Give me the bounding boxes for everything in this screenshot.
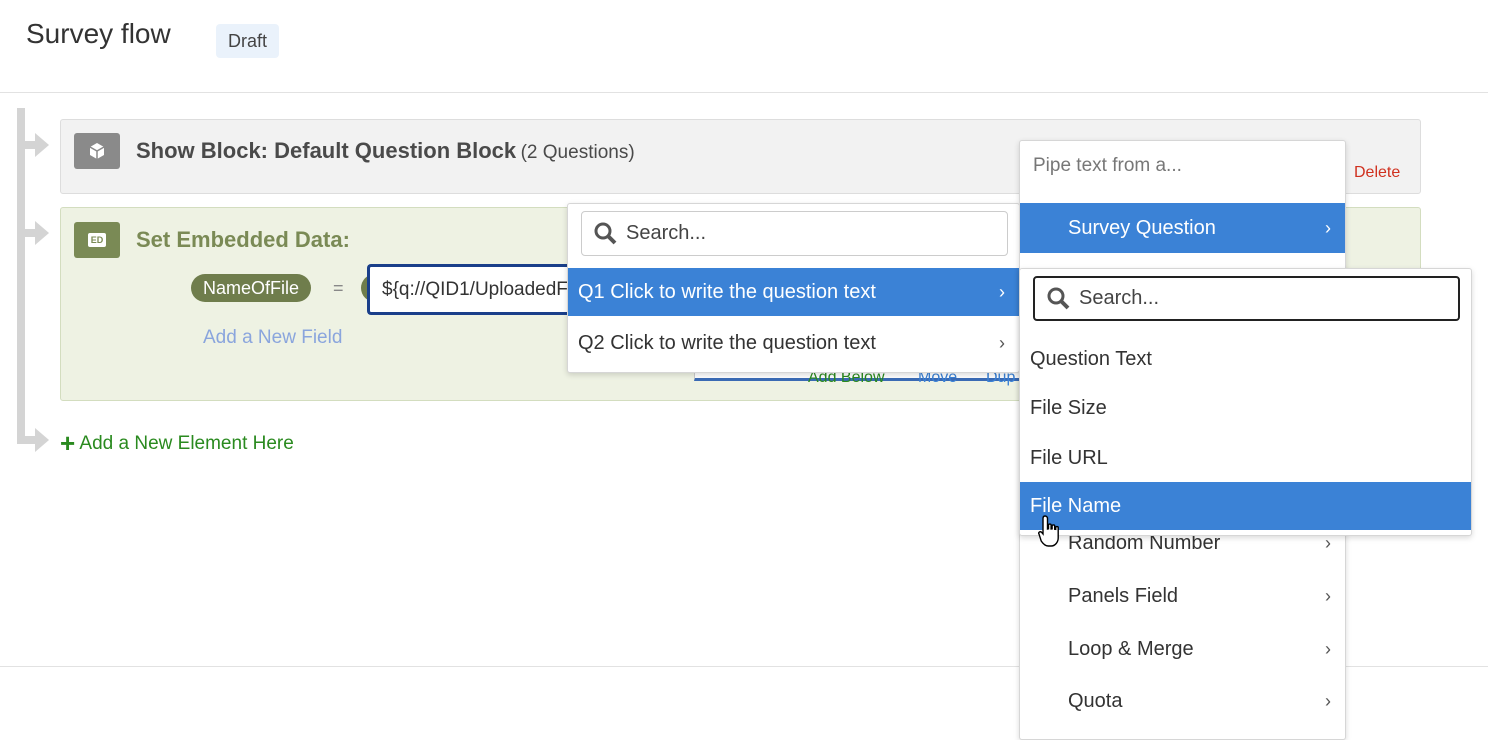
question-search-input[interactable]: Search... xyxy=(581,211,1008,256)
add-field-link[interactable]: Add a New Field xyxy=(203,327,342,349)
chevron-right-icon: › xyxy=(999,332,1005,353)
menu-item-label: Q2 Click to write the question text xyxy=(578,331,876,354)
menu-item-survey-question[interactable]: Survey Question › xyxy=(1020,203,1345,253)
delete-link[interactable]: Delete xyxy=(1354,164,1400,182)
flow-arrow xyxy=(35,133,49,157)
menu-item-label: Question Text xyxy=(1030,347,1152,370)
menu-item-file-size[interactable]: File Size xyxy=(1020,388,1471,428)
chevron-right-icon: › xyxy=(999,281,1005,302)
question-count: (2 Questions) xyxy=(520,142,635,163)
hand-cursor-icon xyxy=(1038,515,1059,547)
plus-icon: + xyxy=(60,428,76,458)
menu-item-label: File Size xyxy=(1030,396,1107,419)
menu-item-label: Quota xyxy=(1068,689,1123,712)
embedded-data-icon: ED xyxy=(74,222,120,258)
menu-item-panels-field[interactable]: Panels Field › xyxy=(1020,576,1345,616)
add-element-label: Add a New Element Here xyxy=(79,433,294,454)
cube-icon xyxy=(74,133,120,169)
field-value-input[interactable]: ${q://QID1/UploadedF xyxy=(367,264,587,315)
menu-item-q1[interactable]: Q1 Click to write the question text › xyxy=(568,268,1019,316)
menu-item-label: Survey Question xyxy=(1068,216,1216,239)
menu-item-quota[interactable]: Quota › xyxy=(1020,681,1345,721)
menu-item-file-name[interactable]: File Name xyxy=(1020,482,1471,530)
chevron-right-icon: › xyxy=(1325,217,1331,238)
block-title: Set Embedded Data: xyxy=(136,227,350,252)
page-title: Survey flow xyxy=(26,18,171,49)
field-name-pill[interactable]: NameOfFile xyxy=(191,274,312,302)
chevron-right-icon: › xyxy=(1325,638,1331,659)
menu-item-loop-merge[interactable]: Loop & Merge › xyxy=(1020,629,1345,669)
ed-label: ED xyxy=(87,233,107,247)
menu-title: Pipe text from a... xyxy=(1033,155,1182,176)
add-element-link[interactable]: + Add a New Element Here xyxy=(60,428,294,459)
flow-arrow xyxy=(35,428,49,452)
menu-item-label: Panels Field xyxy=(1068,584,1179,607)
question-menu: Search... Q1 Click to write the question… xyxy=(567,203,1020,373)
header-divider xyxy=(0,92,1488,93)
search-icon xyxy=(1047,287,1070,309)
menu-item-label: Loop & Merge xyxy=(1068,637,1194,660)
menu-item-question-text[interactable]: Question Text xyxy=(1020,339,1471,379)
block-title: Show Block: Default Question Block xyxy=(136,138,517,163)
flow-line xyxy=(17,108,25,444)
equals-sign: = xyxy=(333,278,344,298)
flow-arrow xyxy=(35,221,49,245)
menu-item-q2[interactable]: Q2 Click to write the question text › xyxy=(568,319,1019,367)
search-placeholder: Search... xyxy=(626,222,707,244)
search-icon xyxy=(594,222,617,244)
menu-item-label: File URL xyxy=(1030,446,1108,469)
field-search-input[interactable]: Search... xyxy=(1033,276,1460,321)
menu-item-file-url[interactable]: File URL xyxy=(1020,438,1471,478)
chevron-right-icon: › xyxy=(1325,585,1331,606)
menu-item-label: Q1 Click to write the question text xyxy=(578,280,876,303)
search-placeholder: Search... xyxy=(1079,287,1160,309)
status-badge: Draft xyxy=(216,24,280,58)
question-field-menu: Search... Question Text File Size File U… xyxy=(1019,268,1472,536)
chevron-right-icon: › xyxy=(1325,690,1331,711)
